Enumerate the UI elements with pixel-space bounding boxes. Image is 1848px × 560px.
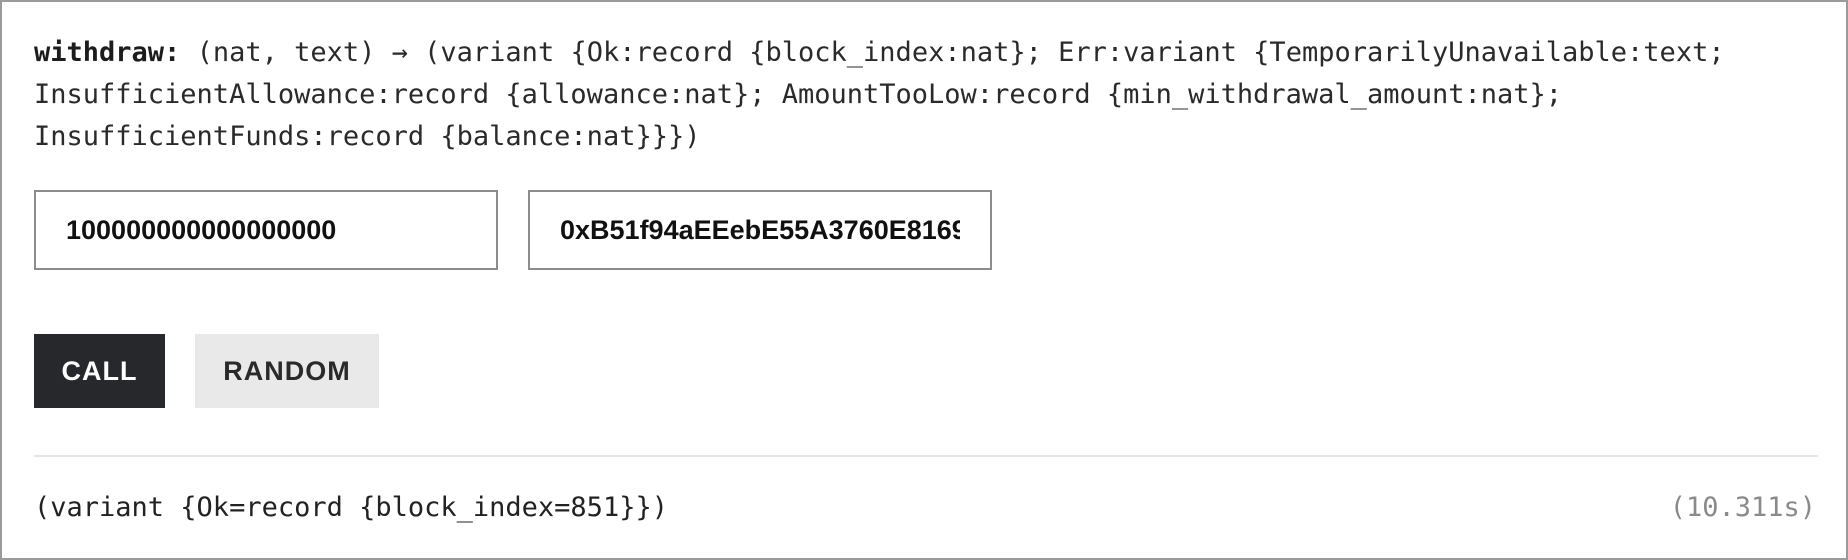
text-argument-input[interactable] [528, 190, 992, 270]
method-signature: withdraw: (nat, text) → (variant {Ok:rec… [34, 32, 1824, 158]
nat-argument-input[interactable] [34, 190, 498, 270]
call-result: (variant {Ok=record {block_index=851}}) [34, 492, 668, 523]
result-divider [34, 455, 1818, 457]
call-button[interactable]: CALL [34, 334, 165, 408]
call-duration: (10.311s) [1669, 492, 1816, 523]
method-panel: withdraw: (nat, text) → (variant {Ok:rec… [0, 0, 1848, 560]
method-type-signature: (nat, text) → (variant {Ok:record {block… [34, 37, 1725, 152]
method-name: withdraw: [34, 37, 181, 68]
random-button[interactable]: RANDOM [195, 334, 379, 408]
